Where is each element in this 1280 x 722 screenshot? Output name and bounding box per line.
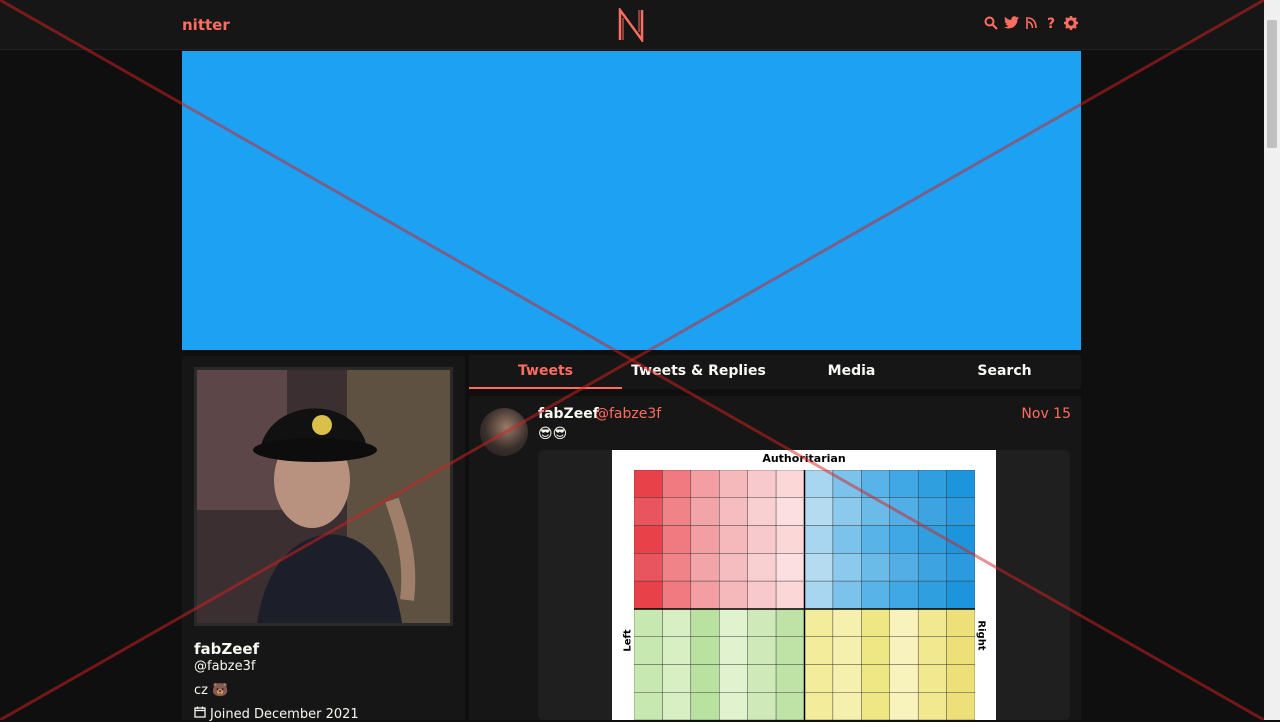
nitter-home-link[interactable]: nitter — [182, 16, 230, 34]
page-scrollbar[interactable] — [1264, 0, 1280, 720]
compass-left-label: Left — [622, 629, 634, 652]
tweet-author-name[interactable]: fabZeef — [538, 406, 599, 422]
scrollbar-thumb[interactable] — [1267, 20, 1277, 148]
search-icon[interactable] — [984, 16, 998, 32]
tweet-text: 😎😎 — [538, 426, 568, 442]
profile-avatar[interactable] — [194, 367, 453, 626]
tab-tweets[interactable]: Tweets — [469, 355, 622, 389]
compass-right-label: Right — [975, 620, 987, 651]
nitter-logo-icon[interactable] — [617, 8, 645, 42]
compass-title: Authoritarian — [762, 452, 846, 465]
twitter-icon[interactable] — [1004, 16, 1019, 32]
profile-name[interactable]: fabZeef — [194, 640, 259, 658]
compass-grid — [634, 470, 975, 720]
profile-joined-date: Joined December 2021 — [210, 706, 359, 722]
tab-search[interactable]: Search — [928, 355, 1081, 389]
tab-media[interactable]: Media — [775, 355, 928, 389]
settings-icon[interactable] — [1064, 16, 1078, 32]
rss-icon[interactable] — [1024, 16, 1038, 32]
tweet-date[interactable]: Nov 15 — [1021, 406, 1071, 422]
tweet-author-username[interactable]: @fabze3f — [595, 406, 661, 422]
help-icon[interactable]: ? — [1044, 16, 1058, 32]
nav-icons: ? — [984, 16, 1078, 32]
profile-handle[interactable]: @fabze3f — [194, 659, 255, 674]
political-compass-image[interactable]: Authoritarian Left Right — [612, 450, 996, 720]
tweet-image-attachment[interactable]: Authoritarian Left Right — [538, 450, 1070, 720]
profile-banner[interactable] — [182, 51, 1081, 350]
profile-bio: cz 🐻 — [194, 683, 229, 698]
tab-tweets-replies[interactable]: Tweets & Replies — [622, 355, 775, 389]
tweet-avatar[interactable] — [480, 408, 528, 456]
navbar: nitter ? — [0, 0, 1264, 50]
profile-card: fabZeef @fabze3f cz 🐻 Joined December 20… — [182, 356, 465, 722]
tweet-item[interactable]: fabZeef @fabze3f Nov 15 😎😎 Authoritarian… — [469, 396, 1081, 720]
timeline-tabs: Tweets Tweets & Replies Media Search — [469, 355, 1081, 389]
